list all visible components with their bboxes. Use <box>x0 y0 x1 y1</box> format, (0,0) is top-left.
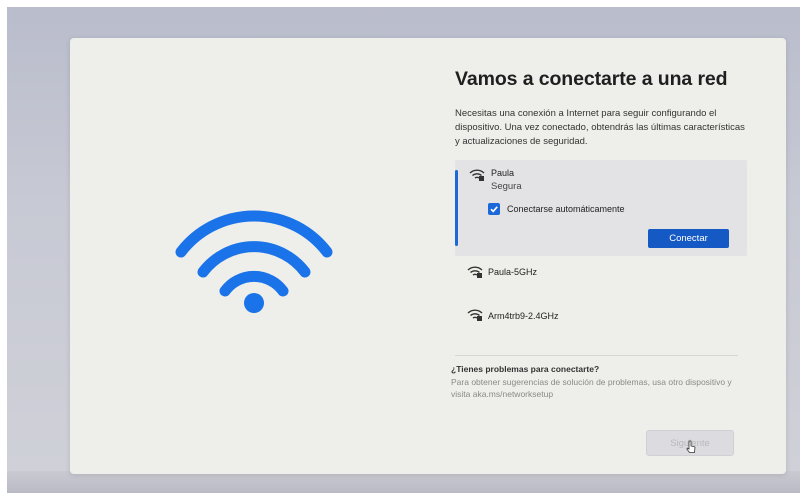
wifi-secured-icon <box>469 169 485 181</box>
network-status: Segura <box>491 181 522 192</box>
mouse-cursor-icon <box>686 440 696 453</box>
network-name: Arm4trb9-2.4GHz <box>488 311 559 321</box>
page-title: Vamos a conectarte a una red <box>455 68 728 90</box>
network-item[interactable]: Arm4trb9-2.4GHz <box>455 303 747 329</box>
check-icon <box>490 206 498 213</box>
help-link-text[interactable]: Para obtener sugerencias de solución de … <box>451 376 741 400</box>
divider <box>455 355 738 356</box>
network-item-selected[interactable]: Paula Segura Conectarse automáticamente … <box>455 160 747 256</box>
network-name: Paula <box>491 168 515 178</box>
connect-button[interactable]: Conectar <box>648 229 729 248</box>
wifi-secured-icon <box>467 266 483 278</box>
network-item[interactable]: Paula-5GHz <box>455 260 747 286</box>
network-name: Paula-5GHz <box>488 267 538 277</box>
auto-connect-checkbox[interactable] <box>488 203 500 215</box>
selection-accent <box>455 170 458 246</box>
page-description: Necesitas una conexión a Internet para s… <box>455 108 745 147</box>
help-title: ¿Tienes problemas para conectarte? <box>451 364 600 374</box>
screen-bottom-bar <box>7 471 800 493</box>
wifi-illustration-icon <box>175 210 333 313</box>
auto-connect-label[interactable]: Conectarse automáticamente <box>507 204 625 214</box>
wifi-secured-icon <box>467 309 483 321</box>
